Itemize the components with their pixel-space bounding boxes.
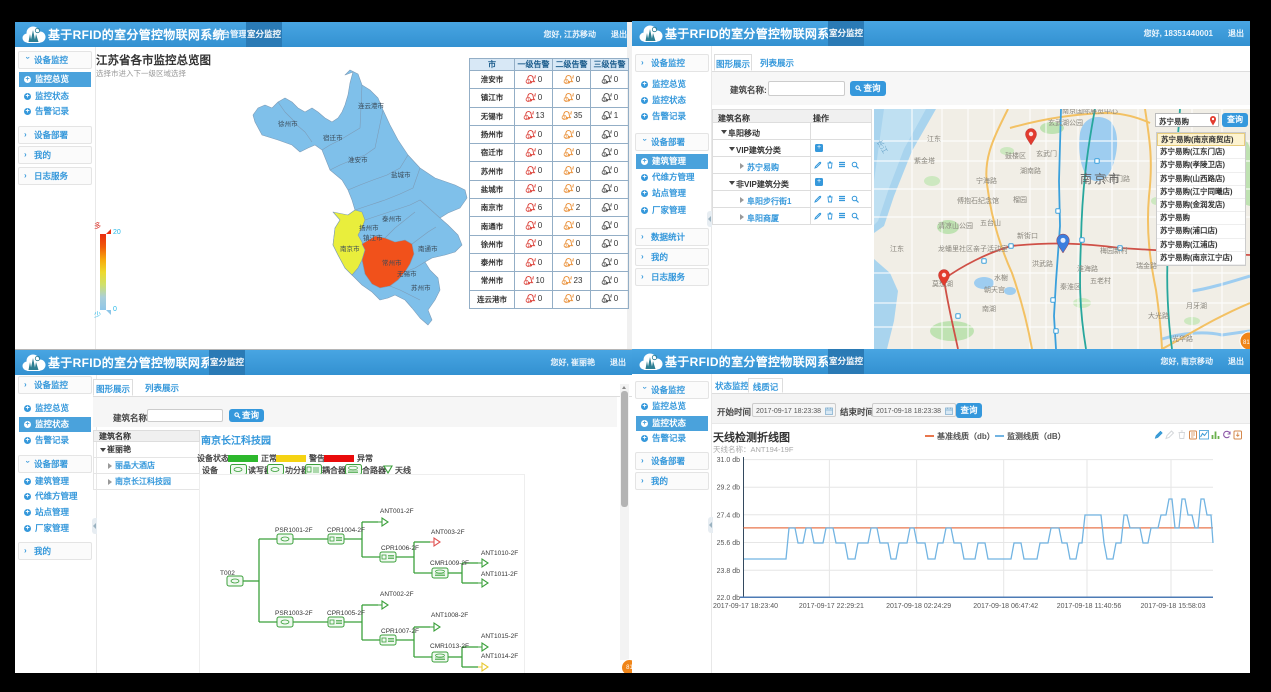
svg-text:PSR1003-2F: PSR1003-2F — [275, 610, 313, 617]
svg-text:梅园新村: 梅园新村 — [1100, 246, 1128, 255]
svg-text:镇江市: 镇江市 — [363, 233, 383, 242]
svg-text:T002: T002 — [220, 570, 235, 577]
svg-text:ANT003-2F: ANT003-2F — [431, 529, 465, 536]
svg-text:ANT001-2F: ANT001-2F — [380, 508, 414, 515]
svg-text:江东: 江东 — [927, 134, 941, 143]
svg-text:洪武路: 洪武路 — [1032, 259, 1053, 268]
svg-text:淮安市: 淮安市 — [348, 155, 368, 164]
svg-text:玄武湖公园: 玄武湖公园 — [1048, 118, 1083, 127]
svg-text:榴园: 榴园 — [1013, 195, 1027, 204]
svg-text:南京市: 南京市 — [1080, 171, 1122, 186]
svg-text:江东: 江东 — [890, 244, 904, 253]
svg-text:玄武门: 玄武门 — [1036, 149, 1057, 158]
svg-text:CPR1005-2F: CPR1005-2F — [327, 610, 365, 617]
svg-text:宁海路: 宁海路 — [976, 176, 997, 185]
svg-text:2017-09-18 11:40:56: 2017-09-18 11:40:56 — [1057, 603, 1122, 610]
svg-text:五台山: 五台山 — [980, 218, 1001, 227]
svg-text:五老村: 五老村 — [1090, 276, 1111, 285]
svg-text:苏州市: 苏州市 — [411, 283, 431, 292]
svg-text:ANT1015-2F: ANT1015-2F — [481, 633, 518, 640]
svg-text:23.8 db: 23.8 db — [717, 568, 740, 575]
svg-text:无锡市: 无锡市 — [397, 269, 417, 278]
svg-text:PSR1001-2F: PSR1001-2F — [275, 527, 313, 534]
svg-text:扬州市: 扬州市 — [359, 223, 379, 232]
svg-text:徐州市: 徐州市 — [278, 119, 298, 128]
svg-text:鼓楼区: 鼓楼区 — [1005, 151, 1026, 160]
svg-text:ANT1011-2F: ANT1011-2F — [481, 571, 518, 578]
svg-text:清凉山公园: 清凉山公园 — [938, 221, 973, 230]
svg-text:ANT1014-2F: ANT1014-2F — [481, 653, 518, 660]
svg-text:29.2 db: 29.2 db — [717, 485, 740, 492]
svg-text:31.0 db: 31.0 db — [717, 457, 740, 464]
svg-text:南通市: 南通市 — [418, 244, 438, 253]
svg-text:CMR1013-2F: CMR1013-2F — [430, 643, 469, 650]
svg-text:南京市: 南京市 — [340, 244, 360, 253]
svg-text:南湖: 南湖 — [982, 304, 996, 313]
svg-text:大光路: 大光路 — [1148, 311, 1169, 320]
svg-text:ANT1008-2F: ANT1008-2F — [431, 612, 468, 619]
svg-text:27.4 db: 27.4 db — [717, 512, 740, 519]
svg-text:月牙湖: 月牙湖 — [1186, 301, 1207, 310]
svg-text:2017-09-17 18:23:40: 2017-09-17 18:23:40 — [713, 603, 778, 610]
svg-text:泰州市: 泰州市 — [382, 214, 402, 223]
svg-text:盐城市: 盐城市 — [391, 170, 411, 179]
svg-text:81: 81 — [1243, 340, 1250, 346]
svg-text:2017-09-17 22:29:21: 2017-09-17 22:29:21 — [799, 603, 864, 610]
svg-text:2017-09-18 06:47:42: 2017-09-18 06:47:42 — [973, 603, 1038, 610]
svg-text:ANT002-2F: ANT002-2F — [380, 591, 414, 598]
svg-text:傅抱石纪念馆: 傅抱石纪念馆 — [957, 196, 999, 205]
svg-text:瑞金路: 瑞金路 — [1136, 261, 1157, 270]
svg-text:淮海路: 淮海路 — [1077, 264, 1098, 273]
svg-text:朝天宫: 朝天宫 — [984, 285, 1005, 294]
svg-text:2017-09-18 15:58:03: 2017-09-18 15:58:03 — [1141, 603, 1206, 610]
svg-text:新街口: 新街口 — [1017, 231, 1038, 240]
svg-text:CMR1009-2F: CMR1009-2F — [430, 560, 469, 567]
svg-text:22.0 db: 22.0 db — [717, 595, 740, 602]
svg-text:南京国际展览中心: 南京国际展览中心 — [1062, 106, 1118, 115]
svg-text:ANT1010-2F: ANT1010-2F — [481, 550, 518, 557]
svg-text:湖南路: 湖南路 — [1020, 166, 1041, 175]
svg-text:25.6 db: 25.6 db — [717, 540, 740, 547]
svg-text:光华路: 光华路 — [1172, 334, 1193, 343]
svg-text:紫金塔: 紫金塔 — [914, 156, 935, 165]
svg-text:CPR1007-2F: CPR1007-2F — [381, 628, 419, 635]
svg-text:常州市: 常州市 — [382, 258, 402, 267]
svg-text:2017-09-18 02:24:29: 2017-09-18 02:24:29 — [886, 603, 951, 610]
svg-text:CPR1004-2F: CPR1004-2F — [327, 527, 365, 534]
svg-text:秦淮区: 秦淮区 — [1060, 282, 1081, 291]
svg-text:连云港市: 连云港市 — [358, 101, 385, 110]
svg-text:水榭: 水榭 — [994, 273, 1008, 282]
svg-text:龙蟠里社区亲子活动室: 龙蟠里社区亲子活动室 — [938, 244, 1008, 253]
svg-text:宿迁市: 宿迁市 — [323, 133, 343, 142]
svg-text:CPR1006-2F: CPR1006-2F — [381, 545, 419, 552]
